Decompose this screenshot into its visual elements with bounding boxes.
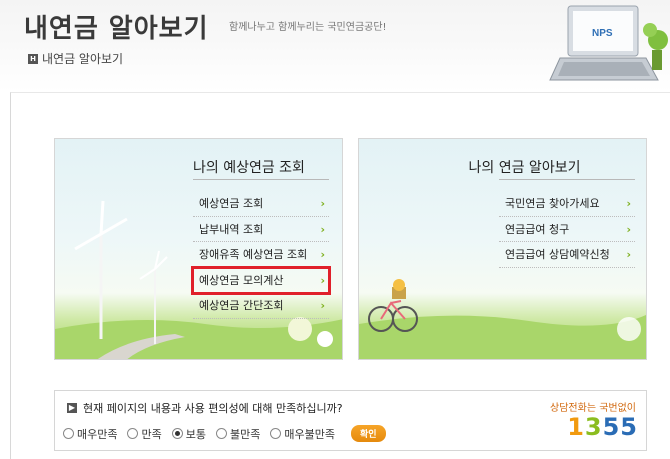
menu-item-benefit-claim[interactable]: 연금급여 청구 › <box>499 217 635 242</box>
chevron-right-icon: › <box>320 299 325 312</box>
menu-item-quick-lookup[interactable]: 예상연금 간단조회 › <box>193 293 329 319</box>
radio-button-selected[interactable] <box>171 428 183 439</box>
radio-button[interactable] <box>63 428 74 439</box>
option-neutral[interactable]: 보통 <box>171 426 206 442</box>
chevron-right-icon: › <box>626 248 631 261</box>
radio-button[interactable] <box>270 428 282 439</box>
radio-button[interactable] <box>215 428 227 439</box>
my-pension-info-panel: 나의 연금 알아보기 국민연금 찾아가세요 › 연금급여 청구 › 연금급여 상담예… <box>358 138 647 360</box>
confirm-button[interactable]: 확인 <box>350 425 386 442</box>
breadcrumb-current[interactable]: 내연금 알아보기 <box>42 50 123 67</box>
slogan: 함께나누고 함께누리는 국민연금공단! <box>229 22 387 33</box>
arrow-box-icon: ▶ <box>67 403 77 413</box>
page-title: 내연금 알아보기 <box>24 14 209 44</box>
chevron-right-icon: › <box>320 248 325 261</box>
right-panel-title: 나의 연금 알아보기 <box>468 160 581 176</box>
left-panel-menu: 예상연금 조회 › 납부내역 조회 › 장애유족 예상연금 조회 › 예상연금 모의계… <box>191 191 331 319</box>
chevron-right-icon: › <box>320 273 325 287</box>
title-divider <box>499 179 635 180</box>
chevron-right-icon: › <box>320 222 325 236</box>
option-dissatisfied[interactable]: 불만족 <box>215 426 260 442</box>
nps-logo-text: NPS <box>592 28 613 39</box>
page-header: 내연금 알아보기 함께나누고 함께누리는 국민연금공단! H 내연금 알아보기 … <box>0 0 670 92</box>
hotline-label: 상담전화는 국번없이 <box>550 403 636 414</box>
home-icon[interactable]: H <box>28 53 38 64</box>
menu-item-payment-history[interactable]: 납부내역 조회 › <box>193 217 329 242</box>
chevron-right-icon: › <box>320 197 325 210</box>
breadcrumb: H 내연금 알아보기 <box>28 50 123 67</box>
chevron-right-icon: › <box>626 197 631 210</box>
menu-item-find-pension[interactable]: 국민연금 찾아가세요 › <box>499 191 635 217</box>
menu-item-expected-pension[interactable]: 예상연금 조회 › <box>193 191 329 217</box>
menu-item-consultation-booking[interactable]: 연금급여 상담예약신청 › <box>499 242 635 268</box>
hotline-number: 1355 <box>567 413 638 441</box>
option-very-satisfied[interactable]: 매우만족 <box>63 426 117 442</box>
menu-item-disability-survivor[interactable]: 장애유족 예상연금 조회 › <box>193 242 329 268</box>
option-very-dissatisfied[interactable]: 매우불만족 <box>270 426 335 442</box>
radio-button[interactable] <box>127 428 139 439</box>
left-panel-title: 나의 예상연금 조회 <box>193 160 305 176</box>
laptop-illustration: NPS <box>549 5 668 81</box>
menu-item-simulation[interactable]: 예상연금 모의계산 › <box>191 265 331 295</box>
survey-options: 매우만족 만족 보통 불만족 매우불만족 확인 <box>63 425 386 442</box>
survey-question: ▶ 현재 페이지의 내용과 사용 편의성에 대해 만족하십니까? <box>67 402 343 415</box>
option-satisfied[interactable]: 만족 <box>127 426 162 442</box>
chevron-right-icon: › <box>626 222 631 236</box>
my-expected-pension-panel: 나의 예상연금 조회 예상연금 조회 › 납부내역 조회 › 장애유족 예상연금 조… <box>54 138 343 360</box>
satisfaction-survey: ▶ 현재 페이지의 내용과 사용 편의성에 대해 만족하십니까? 매우만족 만족… <box>54 390 647 451</box>
title-divider <box>193 179 329 180</box>
right-panel-menu: 국민연금 찾아가세요 › 연금급여 청구 › 연금급여 상담예약신청 › <box>499 191 635 268</box>
